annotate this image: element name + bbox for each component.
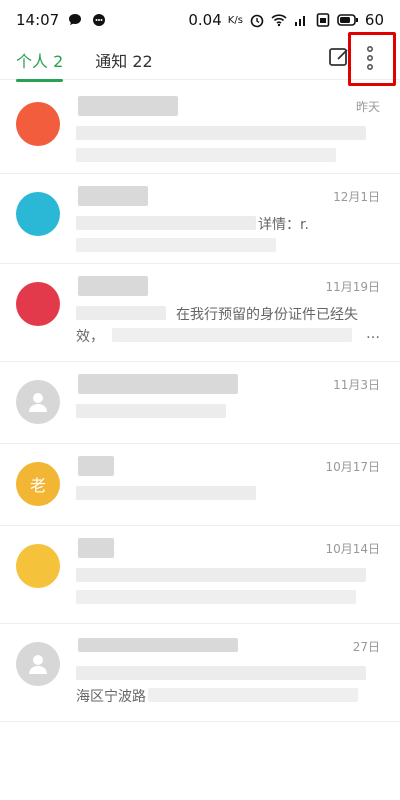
preview-line-blurred bbox=[76, 486, 256, 500]
message-row[interactable]: 27日 海区宁波路 bbox=[0, 624, 400, 722]
edit-icon[interactable] bbox=[328, 46, 350, 68]
preview-text: 在我行预留的身份证件已经失 bbox=[176, 307, 358, 323]
network-speed: 0.04 bbox=[188, 11, 222, 29]
message-list: 昨天 12月1日 详情：r. 11月19日 在我行预留的身份证件已经失 效， …… bbox=[0, 84, 400, 722]
preview-line-blurred bbox=[76, 126, 366, 140]
sender-name-blurred bbox=[78, 538, 114, 558]
chat-bubble-icon bbox=[69, 14, 82, 25]
preview-line-blurred bbox=[76, 568, 366, 582]
preview-line-blurred bbox=[76, 306, 166, 320]
message-date: 昨天 bbox=[355, 100, 380, 114]
avatar bbox=[16, 544, 60, 588]
sender-name-blurred bbox=[78, 186, 148, 206]
tab-notifications[interactable]: 通知 22 bbox=[95, 40, 152, 80]
sender-name-blurred bbox=[78, 638, 238, 652]
avatar bbox=[16, 282, 60, 326]
avatar-label: 老 bbox=[29, 476, 46, 495]
signal-icon bbox=[294, 16, 305, 26]
user-icon bbox=[29, 655, 47, 674]
message-date: 10月14日 bbox=[325, 542, 380, 556]
sim-icon bbox=[316, 13, 330, 27]
tab-personal[interactable]: 个人 2 bbox=[16, 40, 64, 82]
preview-line-blurred bbox=[76, 590, 356, 604]
preview-line-blurred bbox=[76, 148, 336, 162]
message-row[interactable]: 11月19日 在我行预留的身份证件已经失 效， … bbox=[0, 264, 400, 362]
network-speed-unit: K/s bbox=[227, 14, 243, 26]
ellipsis-text: … bbox=[366, 326, 380, 342]
message-date: 11月19日 bbox=[325, 280, 380, 294]
preview-line-blurred bbox=[76, 216, 256, 230]
wifi-icon bbox=[271, 14, 287, 27]
sender-name-blurred bbox=[78, 276, 148, 296]
message-date: 11月3日 bbox=[333, 378, 380, 392]
preview-line-blurred bbox=[76, 666, 366, 680]
preview-line-blurred bbox=[112, 328, 352, 342]
message-row[interactable]: 老 10月17日 bbox=[0, 444, 400, 526]
preview-line-blurred bbox=[76, 404, 226, 418]
avatar bbox=[16, 192, 60, 236]
alarm-icon bbox=[250, 14, 264, 28]
preview-text: 详情：r. bbox=[258, 217, 309, 233]
avatar bbox=[16, 102, 60, 146]
status-bar: 14:07 0.04 K/s 60 bbox=[0, 0, 400, 40]
avatar bbox=[16, 380, 60, 424]
message-row[interactable]: 11月3日 bbox=[0, 362, 400, 444]
message-icon bbox=[93, 14, 106, 26]
avatar bbox=[16, 642, 60, 686]
message-row[interactable]: 10月14日 bbox=[0, 526, 400, 624]
message-date: 12月1日 bbox=[333, 190, 380, 204]
message-row[interactable]: 昨天 bbox=[0, 84, 400, 174]
message-date: 10月17日 bbox=[325, 460, 380, 474]
status-right: 0.04 K/s 60 bbox=[188, 11, 384, 29]
more-options-button[interactable] bbox=[352, 40, 388, 76]
sender-name-blurred bbox=[78, 456, 114, 476]
tab-personal-label: 个人 2 bbox=[16, 51, 64, 71]
message-date: 27日 bbox=[352, 640, 380, 654]
status-left: 14:07 bbox=[16, 11, 107, 29]
sender-name-blurred bbox=[78, 96, 178, 116]
more-vertical-icon bbox=[366, 45, 374, 70]
preview-line-blurred bbox=[148, 688, 358, 702]
avatar: 老 bbox=[16, 462, 60, 506]
battery-icon bbox=[337, 14, 358, 26]
message-row[interactable]: 12月1日 详情：r. bbox=[0, 174, 400, 264]
battery-level: 60 bbox=[364, 11, 384, 29]
preview-line-blurred bbox=[76, 238, 276, 252]
status-time: 14:07 bbox=[16, 11, 60, 29]
tab-notifications-label: 通知 22 bbox=[95, 51, 153, 71]
user-icon bbox=[29, 393, 47, 412]
sender-name-blurred bbox=[78, 374, 238, 394]
